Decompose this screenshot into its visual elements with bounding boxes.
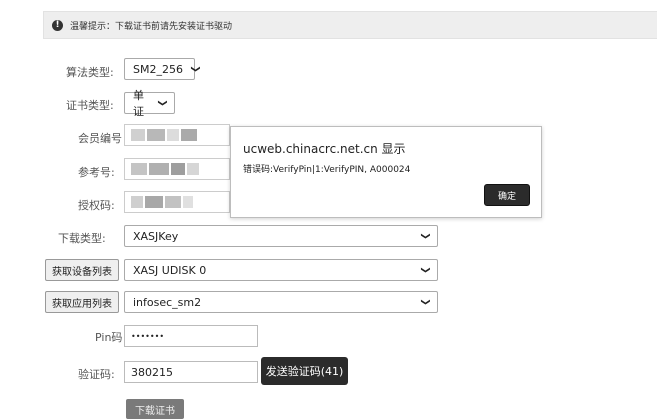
alert-dialog: ucweb.chinacrc.net.cn 显示 错误码:VerifyPin|1… <box>230 126 542 218</box>
download-type-value: XASJKey <box>133 229 179 243</box>
info-icon: ! <box>52 19 63 31</box>
chevron-down-icon: ❯ <box>420 266 431 274</box>
algorithm-select[interactable]: SM2_256 ❯ <box>124 58 200 80</box>
device-select[interactable]: XASJ UDISK 0 ❯ <box>124 259 438 281</box>
member-no-input[interactable] <box>124 124 230 146</box>
send-code-button[interactable]: 发送验证码(41) <box>261 357 348 385</box>
download-type-label: 下载类型: <box>58 232 106 245</box>
dialog-message: 错误码:VerifyPin|1:VerifyPIN, A000024 <box>243 165 411 175</box>
ref-no-input[interactable] <box>124 158 230 180</box>
chevron-down-icon: ❯ <box>420 298 431 306</box>
member-no-label: 会员编号 <box>78 132 122 145</box>
chevron-down-icon: ❯ <box>189 65 200 73</box>
cert-type-value: 单证 <box>133 89 144 118</box>
notice-text: 温馨提示：下载证书前请先安装证书驱动 <box>70 21 233 32</box>
get-device-list-button[interactable]: 获取设备列表 <box>45 259 119 281</box>
dialog-title: ucweb.chinacrc.net.cn 显示 <box>243 142 406 156</box>
pin-input[interactable]: ••••••• <box>124 325 258 347</box>
device-value: XASJ UDISK 0 <box>133 263 207 277</box>
verify-code-label: 验证码: <box>78 368 115 381</box>
verify-code-value: 380215 <box>131 365 173 379</box>
dialog-ok-button[interactable]: 确定 <box>484 184 530 206</box>
download-cert-button[interactable]: 下载证书 <box>126 399 184 419</box>
app-value: infosec_sm2 <box>133 295 202 309</box>
cert-type-label: 证书类型: <box>66 99 114 112</box>
verify-code-input[interactable]: 380215 <box>124 361 258 383</box>
auth-code-input[interactable] <box>124 191 230 213</box>
notice-bar: ! 温馨提示：下载证书前请先安装证书驱动 <box>43 11 657 39</box>
pin-label: Pin码 <box>95 331 123 344</box>
chevron-down-icon: ❯ <box>157 99 168 107</box>
ref-no-label: 参考号: <box>78 166 115 179</box>
auth-code-label: 授权码: <box>78 199 115 212</box>
algorithm-value: SM2_256 <box>133 62 183 76</box>
download-type-select[interactable]: XASJKey ❯ <box>124 225 438 247</box>
get-app-list-button[interactable]: 获取应用列表 <box>45 291 119 313</box>
app-select[interactable]: infosec_sm2 ❯ <box>124 291 438 313</box>
algorithm-label: 算法类型: <box>66 66 114 79</box>
chevron-down-icon: ❯ <box>420 232 431 240</box>
cert-type-select[interactable]: 单证 ❯ <box>124 89 175 118</box>
pin-value: ••••••• <box>131 331 165 341</box>
